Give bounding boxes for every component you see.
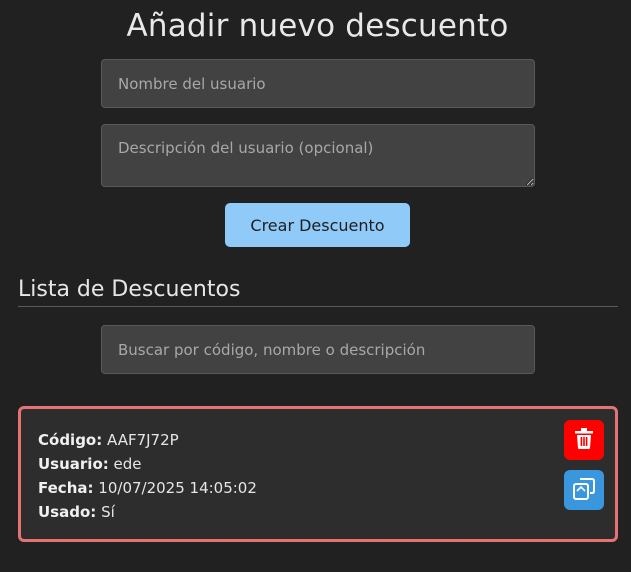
copy-icon (572, 477, 596, 504)
used-label: Usado: (38, 503, 97, 521)
discount-card: Código: AAF7J72P Usuario: ede Fecha: 10/… (18, 406, 618, 542)
create-discount-button[interactable]: Crear Descuento (225, 203, 410, 247)
user-description-input[interactable] (101, 124, 535, 187)
search-input[interactable] (101, 325, 535, 374)
date-label: Fecha: (38, 479, 94, 497)
page-title: Añadir nuevo descuento (126, 8, 509, 44)
date-row: Fecha: 10/07/2025 14:05:02 (38, 476, 257, 500)
user-name-input[interactable] (101, 59, 535, 108)
code-row: Código: AAF7J72P (38, 428, 257, 452)
user-value: ede (113, 455, 142, 473)
user-label: Usuario: (38, 455, 109, 473)
delete-button[interactable] (564, 420, 604, 460)
discount-list-title: Lista de Descuentos (18, 277, 618, 307)
trash-icon (575, 428, 593, 452)
date-value: 10/07/2025 14:05:02 (98, 479, 257, 497)
code-label: Código: (38, 431, 103, 449)
used-value: Sí (101, 503, 115, 521)
code-value: AAF7J72P (107, 431, 179, 449)
discount-details: Código: AAF7J72P Usuario: ede Fecha: 10/… (38, 428, 257, 524)
used-row: Usado: Sí (38, 500, 257, 524)
copy-button[interactable] (564, 470, 604, 510)
user-row: Usuario: ede (38, 452, 257, 476)
